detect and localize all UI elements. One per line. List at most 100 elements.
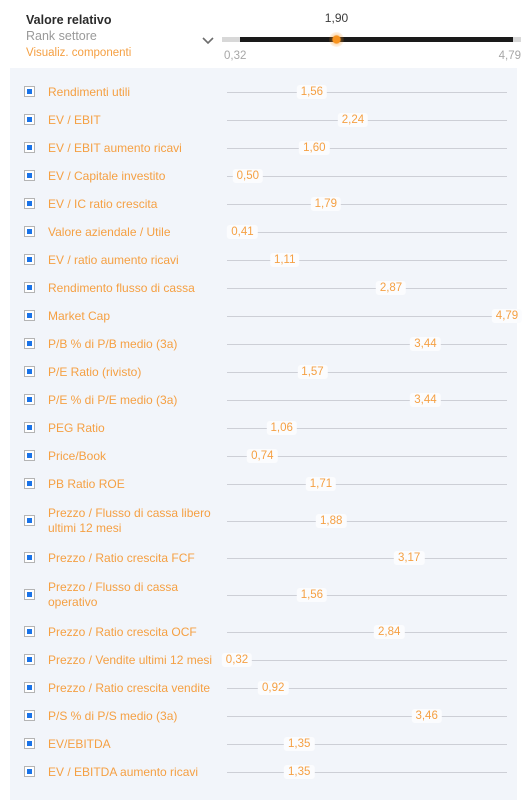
table-row[interactable]: P/S % di P/S medio (3a) 3,46	[10, 702, 517, 730]
table-row[interactable]: Prezzo / Ratio crescita vendite 0,92	[10, 674, 517, 702]
show-components-link[interactable]: Visualiz. componenti	[26, 45, 206, 61]
checkbox-3[interactable]	[24, 170, 35, 181]
value-marker[interactable]: 0,41	[227, 225, 258, 239]
value-marker[interactable]: 3,17	[393, 551, 425, 565]
value-marker[interactable]: 2,24	[337, 113, 369, 127]
table-row[interactable]: Rendimenti utili 1,56	[10, 78, 517, 106]
table-row[interactable]: Prezzo / Ratio crescita FCF 3,17	[10, 544, 517, 572]
row-label[interactable]: Prezzo / Flusso di cassa libero ultimi 1…	[48, 498, 223, 544]
row-label[interactable]: P/E Ratio (rivisto)	[48, 358, 223, 386]
value-marker[interactable]: 2,84	[374, 625, 405, 639]
checkbox-19[interactable]	[24, 654, 35, 665]
value-marker[interactable]: 1,35	[284, 765, 315, 779]
table-row[interactable]: P/E % di P/E medio (3a) 3,44	[10, 386, 517, 414]
table-row[interactable]: PEG Ratio 1,06	[10, 414, 517, 442]
row-label[interactable]: Prezzo / Ratio crescita FCF	[48, 544, 223, 572]
table-row[interactable]: EV / EBITDA aumento ricavi 1,35	[10, 758, 517, 786]
table-row[interactable]: EV / ratio aumento ricavi 1,11	[10, 246, 517, 274]
value-marker[interactable]: 3,44	[410, 337, 441, 351]
value-marker[interactable]: 2,87	[375, 281, 407, 295]
table-row[interactable]: Prezzo / Ratio crescita OCF 2,84	[10, 618, 517, 646]
table-row[interactable]: Valore aziendale / Utile 0,41	[10, 218, 517, 246]
row-label[interactable]: PB Ratio ROE	[48, 470, 223, 498]
checkbox-6[interactable]	[24, 254, 35, 265]
table-row[interactable]: EV / EBIT 2,24	[10, 106, 517, 134]
row-label[interactable]: EV / EBIT	[48, 106, 223, 134]
value-marker[interactable]: 1,71	[305, 477, 337, 491]
value-marker[interactable]: 1,57	[297, 365, 328, 379]
value-marker[interactable]: 1,88	[316, 514, 347, 528]
row-label[interactable]: Rendimenti utili	[48, 78, 223, 106]
checkbox-7[interactable]	[24, 282, 35, 293]
table-row[interactable]: EV / EBIT aumento ricavi 1,60	[10, 134, 517, 162]
checkbox-11[interactable]	[24, 394, 35, 405]
relative-value-slider[interactable]: 1,90 0,32 4,79	[222, 11, 521, 62]
value-marker[interactable]: 0,74	[247, 449, 278, 463]
checkbox-5[interactable]	[24, 226, 35, 237]
checkbox-10[interactable]	[24, 366, 35, 377]
checkbox-0[interactable]	[24, 86, 35, 97]
table-row[interactable]: Price/Book 0,74	[10, 442, 517, 470]
checkbox-14[interactable]	[24, 478, 35, 489]
checkbox-15[interactable]	[24, 515, 35, 526]
checkbox-17[interactable]	[24, 589, 35, 600]
checkbox-1[interactable]	[24, 114, 35, 125]
table-row[interactable]: Prezzo / Flusso di cassa operativo 1,56	[10, 572, 517, 618]
row-label[interactable]: P/S % di P/S medio (3a)	[48, 702, 223, 730]
value-marker[interactable]: 3,46	[411, 709, 442, 723]
row-label[interactable]: Rendimento flusso di cassa	[48, 274, 223, 302]
value-marker[interactable]: 0,92	[258, 681, 289, 695]
row-label[interactable]: Valore aziendale / Utile	[48, 218, 223, 246]
table-row[interactable]: P/B % di P/B medio (3a) 3,44	[10, 330, 517, 358]
table-row[interactable]: Rendimento flusso di cassa 2,87	[10, 274, 517, 302]
row-label[interactable]: Prezzo / Ratio crescita vendite	[48, 674, 223, 702]
table-row[interactable]: P/E Ratio (rivisto) 1,57	[10, 358, 517, 386]
row-label[interactable]: EV / EBIT aumento ricavi	[48, 134, 223, 162]
checkbox-4[interactable]	[24, 198, 35, 209]
table-row[interactable]: EV / IC ratio crescita 1,79	[10, 190, 517, 218]
table-row[interactable]: Prezzo / Vendite ultimi 12 mesi 0,32	[10, 646, 517, 674]
row-label[interactable]: Market Cap	[48, 302, 223, 330]
chevron-down-icon[interactable]	[201, 34, 215, 46]
checkbox-21[interactable]	[24, 710, 35, 721]
row-label[interactable]: Prezzo / Vendite ultimi 12 mesi	[48, 646, 223, 674]
row-label[interactable]: Prezzo / Flusso di cassa operativo	[48, 572, 223, 618]
row-label[interactable]: P/B % di P/B medio (3a)	[48, 330, 223, 358]
table-row[interactable]: Prezzo / Flusso di cassa libero ultimi 1…	[10, 498, 517, 544]
value-marker[interactable]: 1,60	[299, 141, 330, 155]
value-marker[interactable]: 1,35	[284, 737, 315, 751]
value-marker[interactable]: 1,06	[266, 421, 297, 435]
table-row[interactable]: EV / Capitale investito 0,50	[10, 162, 517, 190]
row-label[interactable]: Prezzo / Ratio crescita OCF	[48, 618, 223, 646]
table-row[interactable]: PB Ratio ROE 1,71	[10, 470, 517, 498]
value-marker[interactable]: 0,50	[232, 169, 264, 183]
value-marker[interactable]: 1,79	[310, 197, 341, 211]
slider-thumb[interactable]	[329, 32, 345, 47]
value-marker[interactable]: 3,44	[410, 393, 441, 407]
row-label[interactable]: EV / EBITDA aumento ricavi	[48, 758, 223, 786]
row-label[interactable]: Price/Book	[48, 442, 223, 470]
value-marker[interactable]: 1,56	[296, 85, 328, 99]
checkbox-8[interactable]	[24, 310, 35, 321]
table-row[interactable]: Market Cap 4,79	[10, 302, 523, 330]
checkbox-22[interactable]	[24, 738, 35, 749]
checkbox-18[interactable]	[24, 626, 35, 637]
checkbox-9[interactable]	[24, 338, 35, 349]
checkbox-12[interactable]	[24, 422, 35, 433]
row-label[interactable]: EV / IC ratio crescita	[48, 190, 223, 218]
checkbox-16[interactable]	[24, 552, 35, 563]
checkbox-13[interactable]	[24, 450, 35, 461]
value-marker[interactable]: 1,56	[296, 588, 328, 602]
row-label[interactable]: EV/EBITDA	[48, 730, 223, 758]
checkbox-20[interactable]	[24, 682, 35, 693]
row-label[interactable]: P/E % di P/E medio (3a)	[48, 386, 223, 414]
row-label[interactable]: PEG Ratio	[48, 414, 223, 442]
checkbox-23[interactable]	[24, 766, 35, 777]
table-row[interactable]: EV/EBITDA 1,35	[10, 730, 517, 758]
value-marker[interactable]: 0,32	[221, 653, 253, 667]
row-label[interactable]: EV / ratio aumento ricavi	[48, 246, 223, 274]
checkbox-2[interactable]	[24, 142, 35, 153]
value-marker[interactable]: 4,79	[491, 309, 523, 323]
value-marker[interactable]: 1,11	[269, 253, 300, 267]
row-label[interactable]: EV / Capitale investito	[48, 162, 223, 190]
